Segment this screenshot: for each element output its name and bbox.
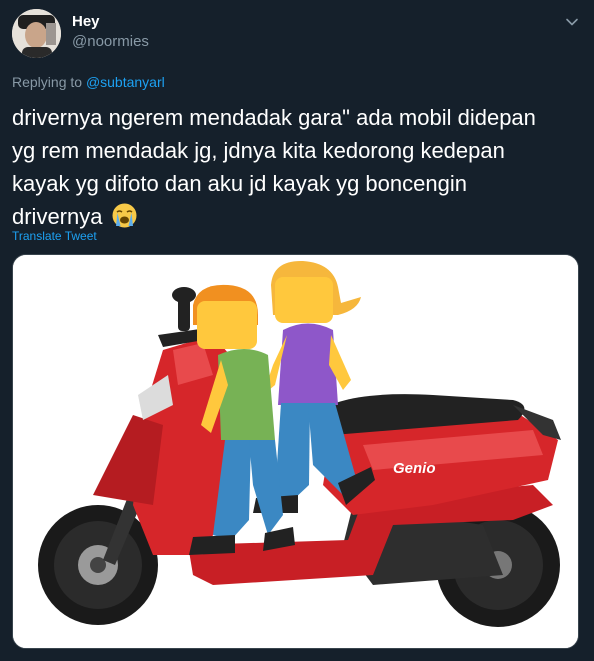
- loudly-crying-face-icon: [111, 202, 138, 229]
- replying-to: Replying to @subtanyarl: [12, 74, 165, 90]
- scooter-brand-text: Genio: [393, 460, 436, 477]
- user-handle[interactable]: @noormies: [72, 33, 149, 50]
- translate-tweet-link[interactable]: Translate Tweet: [12, 229, 97, 243]
- avatar[interactable]: [12, 9, 61, 58]
- replying-to-label: Replying to: [12, 74, 86, 90]
- chevron-down-icon[interactable]: [564, 14, 580, 30]
- tweet-text: drivernya ngerem mendadak gara" ada mobi…: [12, 101, 584, 233]
- tweet-media-image[interactable]: Genio: [12, 254, 579, 649]
- tweet-body: drivernya ngerem mendadak gara" ada mobi…: [12, 105, 536, 229]
- display-name[interactable]: Hey: [72, 13, 100, 30]
- reply-mention-link[interactable]: @subtanyarl: [86, 74, 165, 90]
